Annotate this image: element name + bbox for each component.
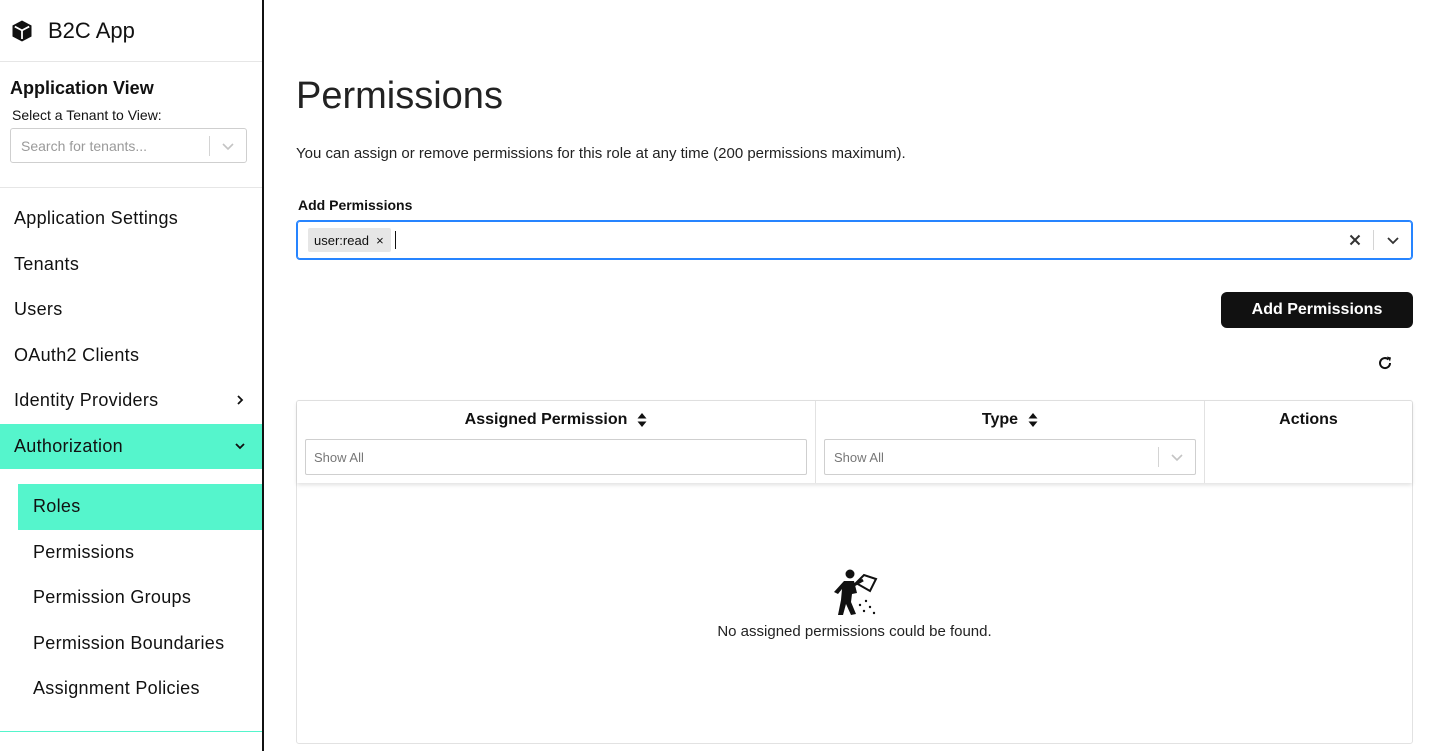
clear-icon[interactable] [1337,221,1373,259]
chevron-down-icon[interactable] [210,139,246,153]
empty-state: No assigned permissions could be found. [297,483,1412,743]
permissions-multi-select[interactable]: user:read × [296,220,1413,260]
page-description: You can assign or remove permissions for… [296,145,906,162]
column-header: Type [824,401,1196,439]
column-type: Type Show All [816,401,1205,483]
sidebar-item-label: Identity Providers [14,390,159,411]
type-filter-value: Show All [834,449,884,465]
app-title: B2C App [48,17,135,43]
sidebar-item-identity-providers[interactable]: Identity Providers [0,378,262,424]
empty-message: No assigned permissions could be found. [717,623,992,640]
permissions-table: Assigned Permission Type Show All [296,400,1413,744]
sidebar-item-label: Application Settings [14,208,179,229]
sidebar: B2C App Application View Select a Tenant… [0,0,264,751]
sidebar-nav: Application Settings Tenants Users OAuth… [0,188,262,712]
sidebar-item-oauth2-clients[interactable]: OAuth2 Clients [0,333,262,379]
column-header: Actions [1213,401,1404,439]
column-header-label: Actions [1279,411,1338,428]
chevron-down-icon[interactable] [1159,450,1195,464]
application-view-title: Application View [10,78,154,98]
sidebar-subitem-roles[interactable]: Roles [18,484,262,530]
authorization-subnav: Roles Permissions Permission Groups Perm… [0,469,262,712]
type-filter-select[interactable]: Show All [824,439,1196,475]
chevron-down-icon [234,436,246,457]
sidebar-item-label: Users [14,299,63,320]
sidebar-subitem-permissions[interactable]: Permissions [18,530,262,576]
sidebar-item-tenants[interactable]: Tenants [0,242,262,288]
sort-icon[interactable] [1028,412,1038,428]
tenant-search-input[interactable] [11,137,209,154]
chip-label: user:read [314,232,369,248]
sidebar-item-users[interactable]: Users [0,287,262,333]
sidebar-item-label: Authorization [14,435,123,456]
application-view-panel: Application View Select a Tenant to View… [0,62,262,188]
column-assigned-permission: Assigned Permission [297,401,816,483]
chevron-right-icon [234,390,246,411]
sidebar-subitem-label: Roles [33,496,81,517]
sidebar-item-authorization[interactable]: Authorization [0,423,262,469]
text-cursor [394,231,396,249]
sidebar-item-application-settings[interactable]: Application Settings [0,196,262,242]
page-title: Permissions [296,75,503,117]
cube-icon [10,19,34,43]
sidebar-subitem-label: Permission Groups [33,587,192,608]
sidebar-subitem-assignment-policies[interactable]: Assignment Policies [18,666,262,712]
column-header-label: Type [981,411,1019,428]
add-permissions-label: Add Permissions [298,197,413,213]
sidebar-subitem-label: Permissions [33,541,135,562]
assigned-permission-filter-input[interactable] [305,439,807,475]
chip-remove-icon[interactable]: × [369,228,391,252]
column-header-label: Assigned Permission [464,411,628,428]
sidebar-subitem-permission-boundaries[interactable]: Permission Boundaries [18,621,262,667]
sidebar-item-label: OAuth2 Clients [14,344,140,365]
chevron-down-icon[interactable] [1374,221,1412,259]
sidebar-subitem-label: Permission Boundaries [33,632,225,653]
brand-header: B2C App [0,0,262,62]
table-header: Assigned Permission Type Show All [297,401,1412,483]
refresh-icon[interactable] [1376,354,1394,372]
sidebar-subitem-label: Assignment Policies [33,678,200,699]
add-permissions-button[interactable]: Add Permissions [1221,292,1413,328]
tenant-select[interactable] [10,128,247,163]
tenant-select-label: Select a Tenant to View: [12,107,162,123]
column-header: Assigned Permission [305,401,807,439]
sort-icon[interactable] [637,412,647,428]
person-searching-icon [830,567,880,617]
sidebar-item-label: Tenants [14,253,80,274]
selected-permission-chip: user:read × [308,228,391,252]
sidebar-divider [0,731,262,732]
sidebar-subitem-permission-groups[interactable]: Permission Groups [18,575,262,621]
column-actions: Actions [1205,401,1412,483]
